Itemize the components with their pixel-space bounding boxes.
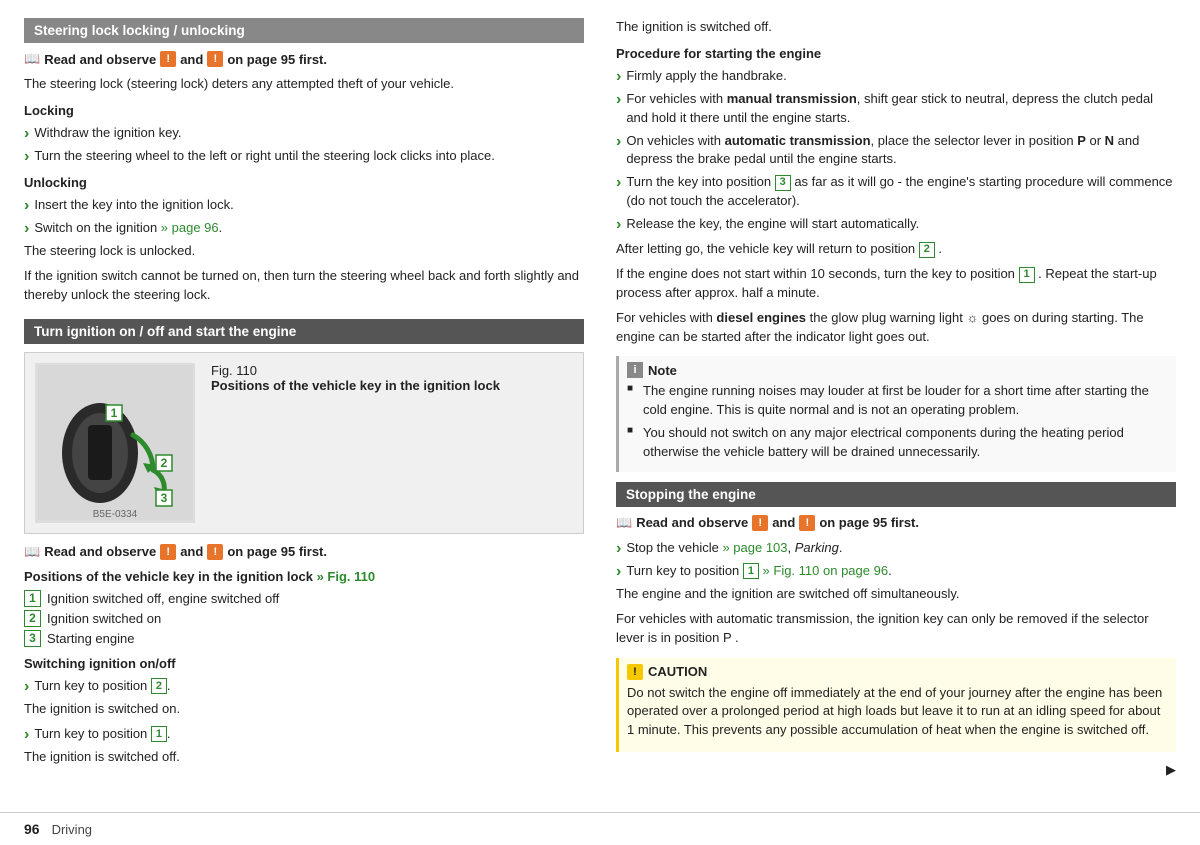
note-item-1: The engine running noises may louder at … xyxy=(627,382,1168,420)
pos-1-inline: 1 xyxy=(151,726,167,742)
figure-110-image: 1 2 3 B5E-0334 xyxy=(35,363,195,523)
svg-text:3: 3 xyxy=(160,491,167,505)
warn-icon-3: ! xyxy=(160,544,176,560)
book-icon: 📖 xyxy=(24,51,40,67)
auto-trans-text: For vehicles with automatic transmission… xyxy=(616,610,1176,648)
turn-to-1: Turn key to position 1. xyxy=(24,725,584,744)
key-diagram-svg: 1 2 3 xyxy=(38,365,193,520)
ignition-on-text: The ignition is switched on. xyxy=(24,700,584,719)
warn-icon-4: ! xyxy=(207,544,223,560)
key-pos-1: 1 Ignition switched off, engine switched… xyxy=(24,590,584,607)
page: Steering lock locking / unlocking 📖 Read… xyxy=(0,0,1200,845)
locking-label: Locking xyxy=(24,102,584,121)
locking-item-1: Withdraw the ignition key. xyxy=(24,124,584,143)
steering-lock-intro: The steering lock (steering lock) deters… xyxy=(24,75,584,94)
warn-icon-2: ! xyxy=(207,51,223,67)
key-pos-2: 2 Ignition switched on xyxy=(24,610,584,627)
note-item-2: You should not switch on any major elect… xyxy=(627,424,1168,462)
cannot-turn-text: If the ignition switch cannot be turned … xyxy=(24,267,584,305)
steering-lock-section: Steering lock locking / unlocking 📖 Read… xyxy=(24,18,584,305)
engine-ignition-off: The engine and the ignition are switched… xyxy=(616,585,1176,604)
ignition-section: Turn ignition on / off and start the eng… xyxy=(24,319,584,767)
note-box: i Note The engine running noises may lou… xyxy=(616,356,1176,471)
ignition-off-top: The ignition is switched off. xyxy=(616,18,1176,37)
book-icon-3: 📖 xyxy=(616,515,632,531)
ignition-section-header: Turn ignition on / off and start the eng… xyxy=(24,319,584,344)
fig-110-stop-link[interactable]: » Fig. 110 on page 96 xyxy=(763,563,889,578)
next-arrow: ▶ xyxy=(616,762,1176,778)
proc-item-4: Turn the key into position 3 as far as i… xyxy=(616,173,1176,211)
fig-code: B5E-0334 xyxy=(93,509,137,520)
unlocking-label: Unlocking xyxy=(24,174,584,193)
stopping-read-observe: 📖 Read and observe ! and ! on page 95 fi… xyxy=(616,515,1176,531)
note-icon: i xyxy=(627,362,643,378)
stopping-header: Stopping the engine xyxy=(616,482,1176,507)
caution-icon: ! xyxy=(627,664,643,680)
page-96-link[interactable]: » page 96 xyxy=(161,220,219,235)
stopping-section: Stopping the engine 📖 Read and observe !… xyxy=(616,482,1176,778)
columns: Steering lock locking / unlocking 📖 Read… xyxy=(0,18,1200,802)
left-column: Steering lock locking / unlocking 📖 Read… xyxy=(24,18,584,802)
page-103-link[interactable]: » page 103 xyxy=(722,540,787,555)
warn-icon-5: ! xyxy=(752,515,768,531)
pos-2-return: 2 xyxy=(919,242,935,258)
turn-to-2: Turn key to position 2. xyxy=(24,677,584,696)
caution-box: ! CAUTION Do not switch the engine off i… xyxy=(616,658,1176,753)
positions-label: Positions of the vehicle key in the igni… xyxy=(24,568,584,587)
caution-header: ! CAUTION xyxy=(627,664,1168,680)
procedure-label: Procedure for starting the engine xyxy=(616,45,1176,64)
proc-item-2: For vehicles with manual transmission, s… xyxy=(616,90,1176,128)
pos-3-box: 3 xyxy=(24,630,41,647)
page-section: Driving xyxy=(52,822,92,837)
pos-1-box: 1 xyxy=(24,590,41,607)
locking-item-2: Turn the steering wheel to the left or r… xyxy=(24,147,584,166)
page-footer: 96 Driving xyxy=(0,812,1200,845)
switching-label: Switching ignition on/off xyxy=(24,655,584,674)
page-number: 96 xyxy=(24,821,40,837)
unlocking-item-2: Switch on the ignition » page 96. xyxy=(24,219,584,238)
proc-item-1: Firmly apply the handbrake. xyxy=(616,67,1176,86)
svg-text:1: 1 xyxy=(110,406,117,420)
warn-icon-1: ! xyxy=(160,51,176,67)
steering-lock-unlocked: The steering lock is unlocked. xyxy=(24,242,584,261)
key-positions-list: 1 Ignition switched off, engine switched… xyxy=(24,590,584,647)
pos-3-proc: 3 xyxy=(775,175,791,191)
pos-2-box: 2 xyxy=(24,610,41,627)
after-letting-go: After letting go, the vehicle key will r… xyxy=(616,240,1176,259)
stopping-item-2: Turn key to position 1 » Fig. 110 on pag… xyxy=(616,562,1176,581)
right-column: The ignition is switched off. Procedure … xyxy=(616,18,1176,802)
pos-1-not-start: 1 xyxy=(1019,267,1035,283)
book-icon-2: 📖 xyxy=(24,544,40,560)
steering-lock-read-observe: 📖 Read and observe ! and ! on page 95 fi… xyxy=(24,51,584,67)
svg-text:2: 2 xyxy=(160,456,167,470)
stopping-item-1: Stop the vehicle » page 103, Parking. xyxy=(616,539,1176,558)
key-pos-3: 3 Starting engine xyxy=(24,630,584,647)
diesel-text: For vehicles with diesel engines the glo… xyxy=(616,309,1176,347)
pos-1-stop: 1 xyxy=(743,563,759,579)
figure-110-box: 1 2 3 B5E-0334 Fig. 110 Positions of the… xyxy=(24,352,584,534)
steering-lock-header: Steering lock locking / unlocking xyxy=(24,18,584,43)
unlocking-item-1: Insert the key into the ignition lock. xyxy=(24,196,584,215)
ignition-off-text: The ignition is switched off. xyxy=(24,748,584,767)
engine-not-start: If the engine does not start within 10 s… xyxy=(616,265,1176,303)
caution-text: Do not switch the engine off immediately… xyxy=(627,684,1168,741)
proc-item-3: On vehicles with automatic transmission,… xyxy=(616,132,1176,170)
fig-110-link[interactable]: » Fig. 110 xyxy=(317,569,376,584)
proc-item-5: Release the key, the engine will start a… xyxy=(616,215,1176,234)
pos-2-inline: 2 xyxy=(151,678,167,694)
note-header: i Note xyxy=(627,362,1168,378)
warn-icon-6: ! xyxy=(799,515,815,531)
figure-caption: Fig. 110 Positions of the vehicle key in… xyxy=(211,363,500,393)
ignition-read-observe: 📖 Read and observe ! and ! on page 95 fi… xyxy=(24,544,584,560)
